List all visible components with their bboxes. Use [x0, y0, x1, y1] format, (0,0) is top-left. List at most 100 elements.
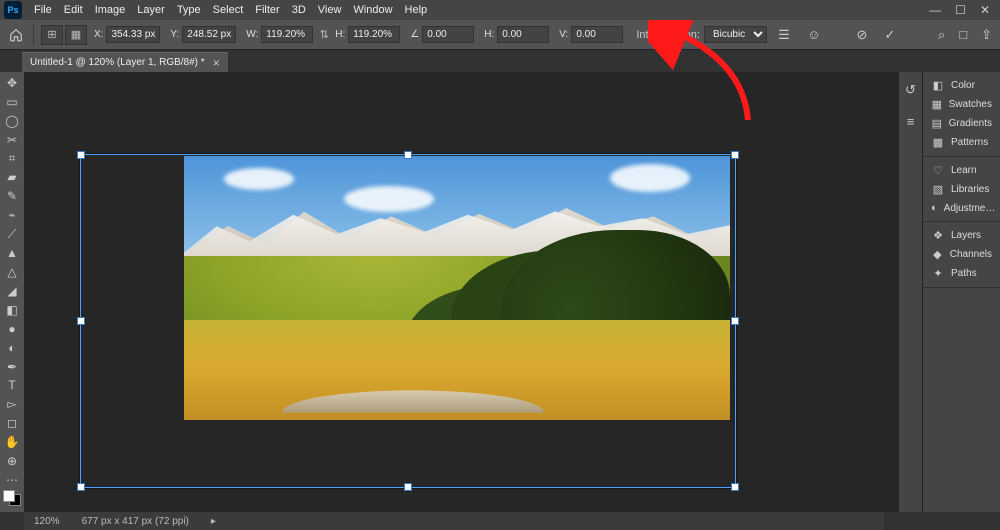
search-icon[interactable]: ⌕ — [938, 27, 945, 43]
cancel-transform-icon[interactable]: ⊘ — [851, 24, 873, 46]
transform-bounding-box[interactable] — [80, 154, 736, 488]
share-icon[interactable]: ⇪ — [981, 27, 992, 43]
menu-layer[interactable]: Layer — [131, 4, 171, 16]
color-swatch[interactable] — [3, 490, 21, 506]
handle-left[interactable] — [77, 317, 85, 325]
panel-learn[interactable]: ♡Learn — [923, 161, 1000, 180]
warp-mode-icon[interactable]: ☰ — [773, 24, 795, 46]
handle-right[interactable] — [731, 317, 739, 325]
frame-tool[interactable]: ▰ — [1, 169, 23, 187]
patterns-icon: ▩ — [931, 136, 945, 149]
quick-select-tool[interactable]: ✂ — [1, 131, 23, 149]
maximize-button[interactable]: ☐ — [955, 3, 966, 17]
interpolation-select[interactable]: Bicubic — [704, 26, 767, 43]
panel-libraries[interactable]: ▧Libraries — [923, 180, 1000, 199]
type-tool[interactable]: T — [1, 377, 23, 395]
pen-tool[interactable]: ✒ — [1, 358, 23, 376]
handle-top-right[interactable] — [731, 151, 739, 159]
channels-icon: ◆ — [931, 248, 944, 261]
x-field[interactable]: 354.33 px — [106, 26, 160, 43]
panel-gradients[interactable]: ▤Gradients — [923, 114, 1000, 133]
menu-file[interactable]: File — [28, 4, 58, 16]
tools-panel: ✥ ▭ ◯ ✂ ⌗ ▰ ✎ ⌁ ⟋ ▲ △ ◢ ◧ ● ◐ ✒ T ▻ ◻ ✋ … — [0, 72, 24, 512]
panel-paths[interactable]: ✦Paths — [923, 264, 1000, 283]
panels-dock: ◧Color ▦Swatches ▤Gradients ▩Patterns ♡L… — [922, 72, 1000, 512]
menu-help[interactable]: Help — [399, 4, 434, 16]
window-controls: — ☐ ✕ — [929, 3, 996, 17]
panel-adjustments[interactable]: ◐Adjustme… — [923, 199, 1000, 217]
color-icon: ◧ — [931, 79, 945, 92]
brush-tool[interactable]: ⟋ — [1, 225, 23, 243]
handle-top-left[interactable] — [77, 151, 85, 159]
puppet-icon[interactable]: ☺ — [803, 24, 825, 46]
menu-window[interactable]: Window — [347, 4, 398, 16]
tab-close-icon[interactable]: × — [213, 56, 220, 70]
zoom-display[interactable]: 120% — [34, 516, 60, 527]
document-tab-title: Untitled-1 @ 120% (Layer 1, RGB/8#) * — [30, 57, 205, 68]
canvas[interactable] — [24, 72, 898, 512]
skewv-field[interactable]: 0.00 — [571, 26, 623, 43]
document-tab[interactable]: Untitled-1 @ 120% (Layer 1, RGB/8#) * × — [22, 52, 228, 72]
lasso-tool[interactable]: ◯ — [1, 112, 23, 130]
document-tab-bar: Untitled-1 @ 120% (Layer 1, RGB/8#) * × — [0, 50, 1000, 72]
handle-top[interactable] — [404, 151, 412, 159]
properties-icon[interactable]: ≡ — [907, 114, 915, 129]
home-button[interactable] — [6, 25, 26, 45]
libraries-icon: ▧ — [931, 183, 945, 196]
zoom-tool[interactable]: ⊕ — [1, 452, 23, 470]
options-bar-right: ⌕ □ ⇪ — [938, 27, 992, 43]
y-field[interactable]: 248.52 px — [182, 26, 236, 43]
interpolation-label: Interpolation: — [636, 29, 700, 41]
healing-tool[interactable]: ⌁ — [1, 206, 23, 224]
swatches-icon: ▦ — [931, 98, 943, 111]
handle-bottom[interactable] — [404, 483, 412, 491]
doc-info[interactable]: 677 px x 417 px (72 ppi) — [82, 516, 189, 527]
panel-swatches[interactable]: ▦Swatches — [923, 95, 1000, 114]
skewh-label: H: — [484, 29, 494, 40]
handle-bottom-right[interactable] — [731, 483, 739, 491]
layers-icon: ❖ — [931, 229, 945, 242]
panel-patterns[interactable]: ▩Patterns — [923, 133, 1000, 152]
menu-3d[interactable]: 3D — [286, 4, 312, 16]
reference-point-toggle[interactable]: ⊞▦ — [41, 25, 87, 45]
menu-image[interactable]: Image — [89, 4, 132, 16]
menu-type[interactable]: Type — [171, 4, 207, 16]
link-icon[interactable]: ⇅ — [316, 26, 332, 44]
arrange-icon[interactable]: □ — [959, 27, 967, 42]
marquee-tool[interactable]: ▭ — [1, 93, 23, 111]
eyedropper-tool[interactable]: ✎ — [1, 187, 23, 205]
commit-transform-icon[interactable]: ✓ — [879, 24, 901, 46]
menu-edit[interactable]: Edit — [58, 4, 89, 16]
stamp-tool[interactable]: ▲ — [1, 244, 23, 262]
menu-select[interactable]: Select — [207, 4, 250, 16]
angle-field[interactable]: 0.00 — [422, 26, 474, 43]
crop-tool[interactable]: ⌗ — [1, 150, 23, 168]
edit-toolbar[interactable]: ⋯ — [1, 471, 23, 489]
collapsed-panels-strip: ↺ ≡ — [898, 72, 922, 512]
handle-bottom-left[interactable] — [77, 483, 85, 491]
gradient-tool[interactable]: ◧ — [1, 301, 23, 319]
blur-tool[interactable]: ● — [1, 320, 23, 338]
doc-info-chevron-icon[interactable]: ▸ — [211, 516, 216, 527]
dodge-tool[interactable]: ◐ — [1, 339, 23, 357]
close-button[interactable]: ✕ — [980, 3, 990, 17]
skewh-field[interactable]: 0.00 — [497, 26, 549, 43]
history-icon[interactable]: ↺ — [905, 82, 916, 98]
y-label: Y: — [170, 29, 179, 40]
minimize-button[interactable]: — — [929, 3, 941, 17]
w-field[interactable]: 119.20% — [261, 26, 313, 43]
status-bar: 120% 677 px x 417 px (72 ppi) ▸ — [24, 512, 884, 530]
hand-tool[interactable]: ✋ — [1, 433, 23, 451]
menu-filter[interactable]: Filter — [249, 4, 285, 16]
panel-layers[interactable]: ❖Layers — [923, 226, 1000, 245]
panel-channels[interactable]: ◆Channels — [923, 245, 1000, 264]
move-tool[interactable]: ✥ — [1, 74, 23, 92]
h-field[interactable]: 119.20% — [348, 26, 400, 43]
history-brush-tool[interactable]: △ — [1, 263, 23, 281]
path-tool[interactable]: ▻ — [1, 395, 23, 413]
panel-color[interactable]: ◧Color — [923, 76, 1000, 95]
menu-view[interactable]: View — [312, 4, 348, 16]
shape-tool[interactable]: ◻ — [1, 414, 23, 432]
eraser-tool[interactable]: ◢ — [1, 282, 23, 300]
w-label: W: — [246, 29, 258, 40]
